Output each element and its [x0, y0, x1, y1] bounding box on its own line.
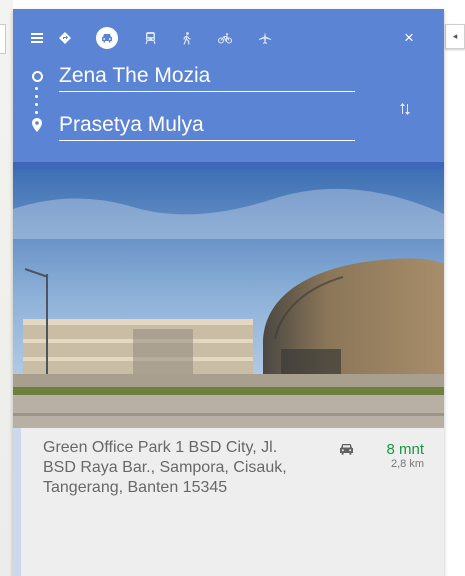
destination-address: Green Office Park 1 BSD City, Jl. BSD Ra… — [43, 439, 287, 496]
map-edge-control[interactable] — [0, 24, 6, 54]
route-dot — [35, 87, 38, 90]
route-selected-bar — [13, 428, 21, 576]
route-line — [32, 71, 43, 141]
route-dot — [35, 103, 38, 106]
car-icon[interactable] — [96, 27, 118, 49]
collapse-panel-button[interactable]: ◂ — [445, 24, 465, 49]
walking-icon[interactable] — [175, 26, 199, 50]
best-route-icon[interactable] — [53, 26, 77, 50]
map-area[interactable] — [0, 0, 13, 576]
directions-header: × Zena The Mozia Prasetya Mulya — [13, 9, 444, 162]
route-distance: 2,8 km — [390, 458, 424, 470]
route-duration[interactable]: 8 mnt — [363, 441, 424, 458]
close-icon: × — [404, 28, 414, 47]
header-divider — [13, 162, 444, 169]
origin-field[interactable]: Zena The Mozia — [59, 63, 355, 92]
destination-photo[interactable] — [13, 169, 444, 428]
route-dot — [35, 111, 38, 114]
travel-mode-bar: × — [13, 26, 444, 50]
car-icon — [339, 442, 355, 456]
route-dot — [35, 95, 38, 98]
transit-icon[interactable] — [138, 26, 162, 50]
destination-field[interactable]: Prasetya Mulya — [59, 112, 355, 141]
flight-icon[interactable] — [253, 26, 277, 50]
collapse-arrow-icon: ◂ — [452, 31, 458, 41]
menu-icon[interactable] — [25, 26, 49, 50]
close-button[interactable]: × — [397, 26, 421, 50]
swap-icon[interactable] — [398, 102, 414, 118]
destination-pin-icon — [32, 118, 42, 132]
directions-panel: × Zena The Mozia Prasetya Mulya Green Of… — [13, 9, 444, 576]
origin-marker-icon — [32, 71, 43, 82]
cycling-icon[interactable] — [213, 26, 237, 50]
